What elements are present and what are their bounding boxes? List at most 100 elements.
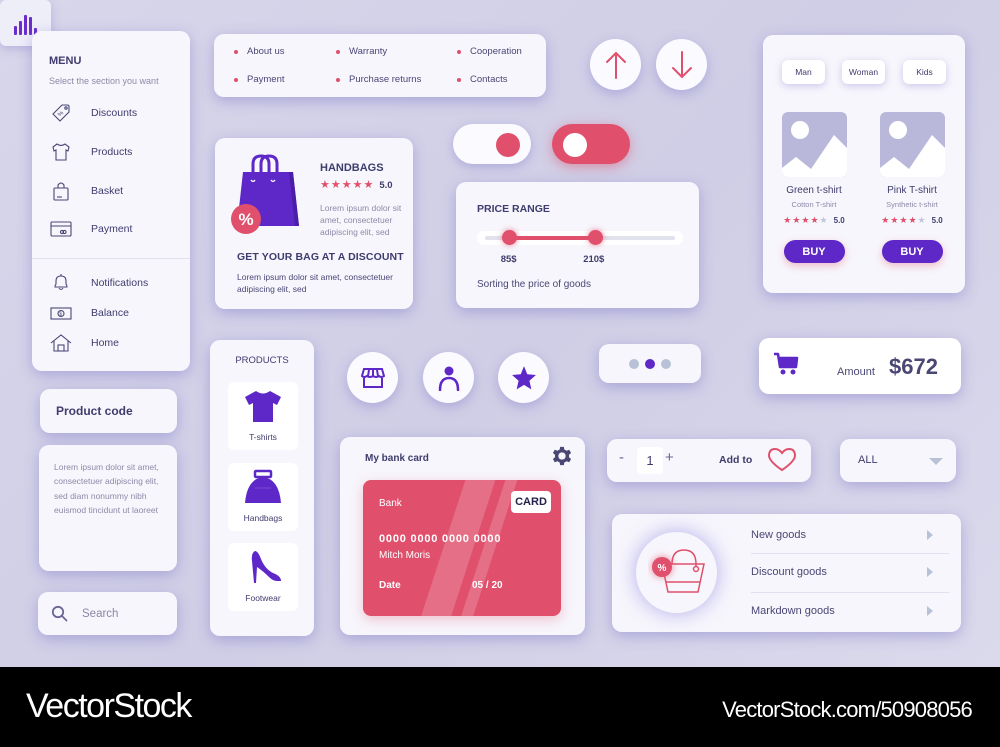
bullet	[336, 49, 340, 54]
price-range-card: PRICE RANGE 85$ 210$ Sorting the price o…	[456, 182, 699, 308]
heart-icon[interactable]	[767, 447, 797, 473]
text-card-body: Lorem ipsum dolor sit amet, consectetuer…	[54, 462, 159, 516]
bullet	[457, 49, 461, 54]
menu-item-label: Products	[91, 146, 133, 158]
category-label: Handbags	[243, 513, 283, 523]
toggle-knob	[563, 133, 587, 157]
increment-button[interactable]: +	[665, 449, 674, 466]
link-cooperation[interactable]: Cooperation	[457, 46, 522, 57]
chevron-right-icon	[927, 567, 933, 577]
product-card: Green t-shirt Cotton T-shirt ★ ★ ★ ★ ★ 5.0 B…	[774, 112, 854, 263]
quantity-input[interactable]	[637, 447, 663, 474]
page-dot[interactable]	[645, 358, 655, 369]
search-icon	[51, 605, 68, 622]
menu-item-products[interactable]: Products	[49, 140, 184, 164]
arrow-down-icon	[671, 50, 692, 78]
link-contacts[interactable]: Contacts	[457, 74, 508, 85]
arrow-up-icon	[605, 51, 626, 79]
link-label: Cooperation	[470, 46, 522, 57]
toggle-switch-off[interactable]	[552, 124, 630, 164]
menu-title: MENU	[49, 55, 82, 67]
category-tshirts[interactable]: T-shirts	[228, 382, 298, 450]
menu-item-balance[interactable]: $ Balance	[49, 301, 184, 325]
credit-card[interactable]: Bank CARD 0000 0000 0000 0000 Mitch Mori…	[363, 480, 561, 616]
goods-item-markdown[interactable]: Markdown goods	[751, 593, 949, 629]
category-label: Footwear	[245, 593, 281, 603]
bar-chart-icon-bar	[19, 21, 22, 35]
handbag-icon: %	[231, 154, 299, 234]
shopping-bag-icon	[49, 179, 73, 203]
link-label: Contacts	[470, 74, 508, 85]
star-icon: ★	[890, 215, 899, 225]
menu-item-notifications[interactable]: Notifications	[49, 271, 184, 295]
menu-item-basket[interactable]: Basket	[49, 179, 184, 203]
add-to-label: Add to	[719, 454, 753, 466]
goods-item-discount[interactable]: Discount goods	[751, 554, 949, 590]
search-box[interactable]	[38, 592, 177, 635]
price-range-caption: Sorting the price of goods	[477, 279, 591, 290]
link-label: Warranty	[349, 46, 388, 57]
link-payment[interactable]: Payment	[234, 74, 285, 85]
high-heel-icon	[251, 551, 281, 583]
star-icon: ★	[352, 179, 363, 191]
watermark-footer: VectorStock VectorStock.com/50908056	[0, 667, 1000, 747]
filter-dropdown[interactable]: ALL	[840, 439, 956, 482]
favorites-button[interactable]	[498, 352, 549, 403]
discount-bag-icon: %	[652, 549, 705, 593]
link-about-us[interactable]: About us	[234, 46, 285, 57]
page-dot[interactable]	[661, 358, 671, 369]
arrow-down-button[interactable]	[656, 39, 707, 90]
search-input[interactable]	[82, 607, 162, 620]
star-icon: ★	[899, 215, 908, 225]
slider-max-handle[interactable]	[587, 230, 603, 245]
link-purchase-returns[interactable]: Purchase returns	[336, 74, 421, 85]
bullet	[234, 49, 238, 54]
bar-chart-icon-bar	[29, 17, 32, 35]
menu-item-discounts[interactable]: % Discounts	[49, 101, 184, 125]
star-empty-icon: ★	[917, 215, 926, 225]
product-listing-card: Man Woman Kids Green t-shirt Cotton T-sh…	[763, 35, 965, 293]
card-badge: CARD	[511, 491, 551, 513]
product-name: Pink T-shirt	[887, 185, 937, 196]
handbag-icon	[245, 469, 281, 503]
buy-button[interactable]: BUY	[881, 240, 943, 263]
bank-card-panel: My bank card Bank CARD 0000 0000 0000 00…	[340, 437, 585, 635]
link-warranty[interactable]: Warranty	[336, 46, 387, 57]
slider-range-fill	[509, 236, 596, 240]
card-holder: Mitch Moris	[379, 550, 431, 561]
max-price-label: 210$	[583, 254, 605, 265]
handbags-title: HANDBAGS	[320, 162, 384, 174]
menu-item-payment[interactable]: Payment	[49, 217, 184, 241]
card-date-value: 05 / 20	[472, 580, 503, 591]
product-categories-card: PRODUCTS T-shirts Handbags Footwear	[210, 340, 314, 636]
categories-title: PRODUCTS	[235, 355, 289, 366]
category-footwear[interactable]: Footwear	[228, 543, 298, 611]
product-card: Pink T-shirt Synthetic t-shirt ★ ★ ★ ★ ★ 5.0…	[872, 112, 952, 263]
user-icon	[438, 366, 459, 391]
decrement-button[interactable]: -	[619, 449, 624, 466]
banknote-icon: $	[49, 301, 73, 325]
promo-body: Lorem ipsum dolor sit amet, consectetuer…	[237, 272, 393, 294]
menu-item-home[interactable]: Home	[49, 331, 184, 355]
menu-divider	[32, 258, 190, 259]
filter-kids[interactable]: Kids	[903, 60, 946, 84]
goods-item-new[interactable]: New goods	[751, 517, 949, 553]
page-dot[interactable]	[629, 358, 639, 369]
svg-text:$: $	[59, 312, 62, 318]
filter-man[interactable]: Man	[782, 60, 825, 84]
filter-woman[interactable]: Woman	[842, 60, 885, 84]
arrow-up-button[interactable]	[590, 39, 641, 90]
star-icon: ★	[330, 179, 341, 191]
store-button[interactable]	[347, 352, 398, 403]
promo-headline: GET YOUR BAG AT A DISCOUNT	[237, 251, 404, 263]
toggle-knob	[496, 133, 520, 157]
category-handbags[interactable]: Handbags	[228, 463, 298, 531]
star-icon: ★	[908, 215, 917, 225]
shopping-cart-icon[interactable]	[773, 352, 799, 376]
card-number: 0000 0000 0000 0000	[379, 533, 502, 545]
buy-button[interactable]: BUY	[783, 240, 845, 263]
discount-badge: %	[238, 210, 253, 229]
profile-button[interactable]	[423, 352, 474, 403]
gear-icon[interactable]	[551, 445, 573, 467]
toggle-switch-on[interactable]	[453, 124, 531, 164]
